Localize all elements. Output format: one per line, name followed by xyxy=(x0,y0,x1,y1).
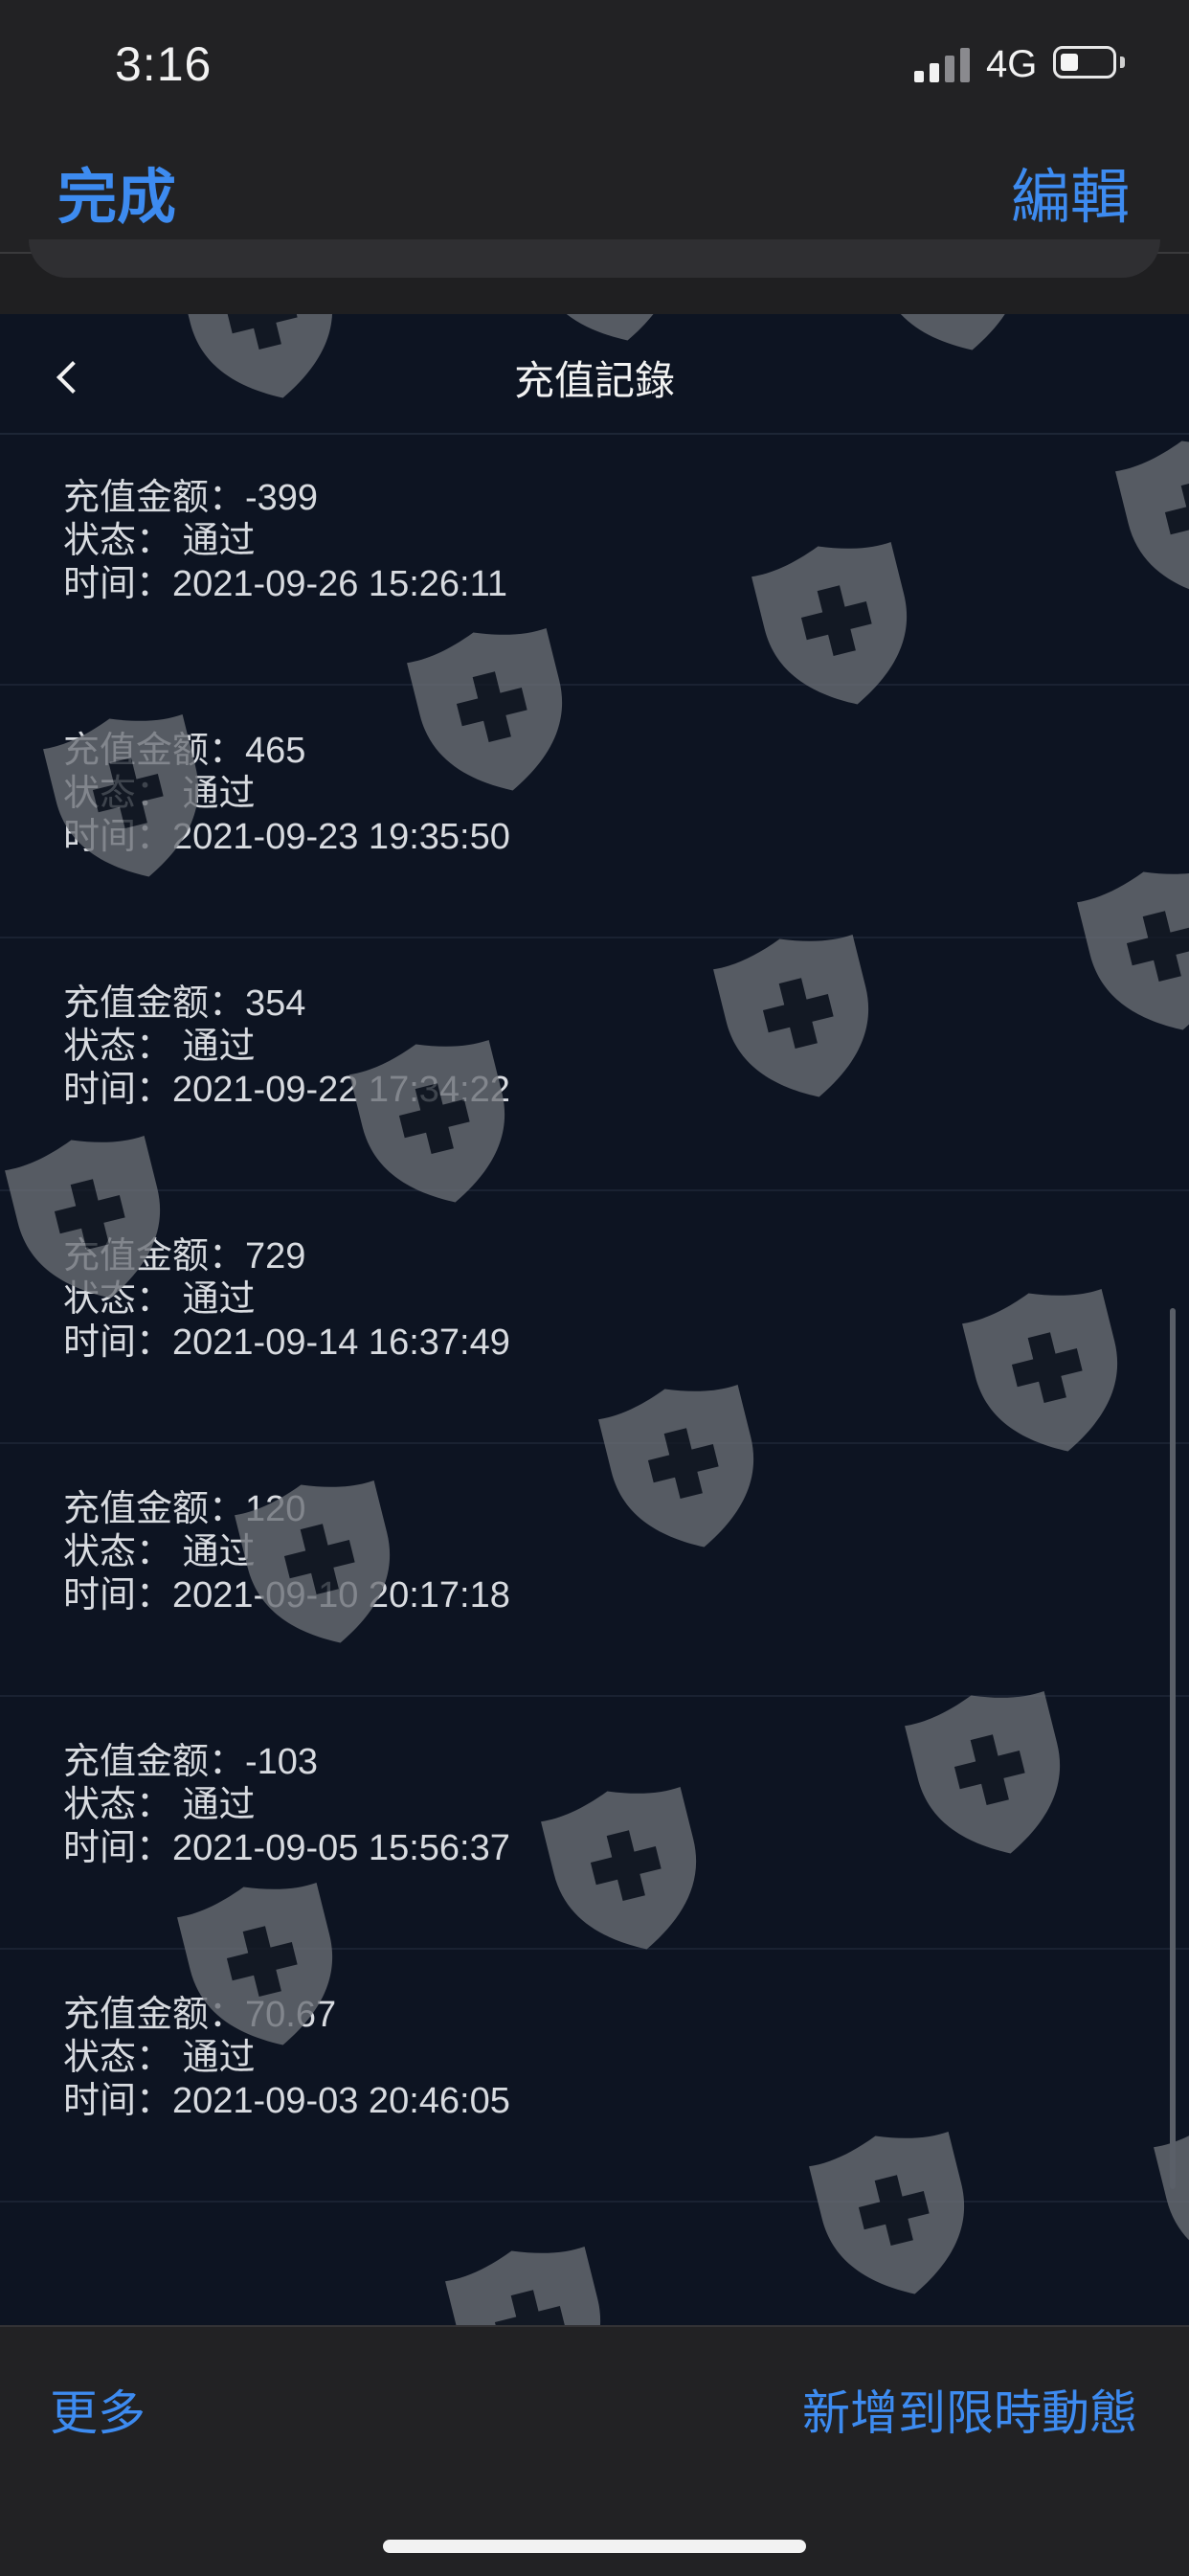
done-button[interactable]: 完成 xyxy=(57,148,176,235)
network-type: 4G xyxy=(986,43,1038,85)
record-time: 时间：2021-09-22 17:34:22 xyxy=(63,1070,510,1110)
bottom-bar: 更多 新增到限時動態 xyxy=(0,2325,1189,2576)
record-row[interactable]: 充值金额：120 状态： 通过 时间：2021-09-10 20:17:18 xyxy=(0,1444,1189,1697)
edit-button[interactable]: 編輯 xyxy=(1011,148,1130,235)
record-row[interactable]: 充值金额：70.67 状态： 通过 时间：2021-09-03 20:46:05 xyxy=(0,1950,1189,2203)
shield-cross-icon xyxy=(445,2246,601,2325)
record-row[interactable]: 充值金额：-399 状态： 通过 时间：2021-09-26 15:26:11 xyxy=(0,433,1189,686)
sheet-edge xyxy=(29,239,1160,278)
signal-icon xyxy=(914,48,970,82)
record-time: 时间：2021-09-23 19:35:50 xyxy=(63,817,510,857)
record-row[interactable]: 充值金额：729 状态： 通过 时间：2021-09-14 16:37:49 xyxy=(0,1191,1189,1444)
record-row[interactable]: 充值金额：354 状态： 通过 时间：2021-09-22 17:34:22 xyxy=(0,938,1189,1191)
page-header: 充值記錄 xyxy=(0,314,1189,435)
status-time: 3:16 xyxy=(115,37,213,91)
more-button[interactable]: 更多 xyxy=(50,2375,146,2444)
record-time: 时间：2021-09-03 20:46:05 xyxy=(63,2081,510,2121)
battery-icon xyxy=(1053,46,1116,79)
status-bar: 3:16 4G xyxy=(0,0,1189,129)
record-time: 时间：2021-09-05 15:56:37 xyxy=(63,1828,510,1868)
battery-tip xyxy=(1120,56,1125,68)
page-title: 充值記錄 xyxy=(513,358,675,403)
record-row[interactable]: 充值金额：465 状态： 通过 时间：2021-09-23 19:35:50 xyxy=(0,686,1189,938)
record-row[interactable]: 充值金额：-103 状态： 通过 时间：2021-09-05 15:56:37 xyxy=(0,1697,1189,1950)
home-indicator[interactable] xyxy=(383,2540,806,2553)
add-to-story-button[interactable]: 新增到限時動態 xyxy=(802,2375,1137,2444)
screenshot-content: 充值記錄 充值金额：-399 状态： 通过 时间：2021-09-26 15:26:… xyxy=(0,314,1189,2325)
record-time: 时间：2021-09-26 15:26:11 xyxy=(63,564,508,604)
top-nav-bar: 完成 編輯 xyxy=(0,129,1189,254)
record-time: 时间：2021-09-14 16:37:49 xyxy=(63,1322,510,1363)
record-time: 时间：2021-09-10 20:17:18 xyxy=(63,1575,510,1616)
scrollbar[interactable] xyxy=(1170,1308,1176,2189)
